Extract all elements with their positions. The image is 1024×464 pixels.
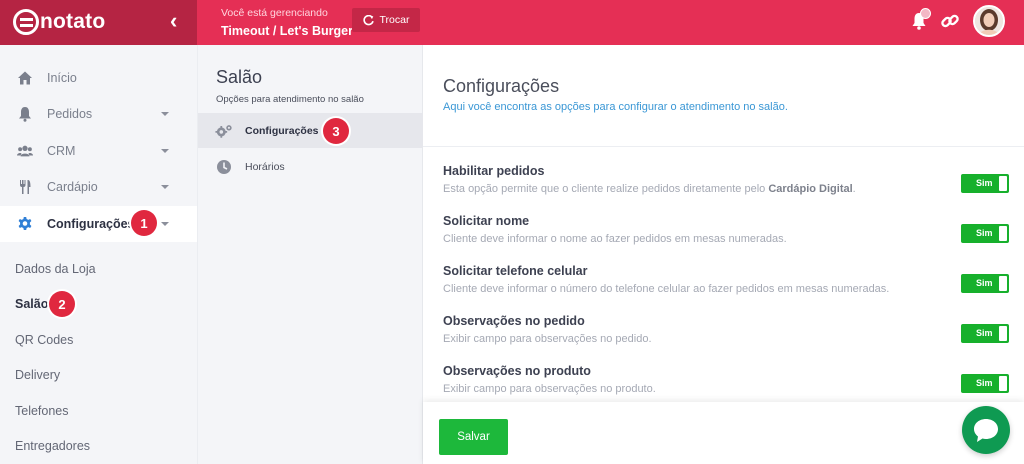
section-panel: Salão Opções para atendimento no salão C… bbox=[197, 45, 423, 464]
subnav-delivery[interactable]: Delivery bbox=[15, 368, 60, 382]
option-habilitar-pedidos: Habilitar pedidos Esta opção permite que… bbox=[443, 164, 1013, 214]
notification-badge bbox=[920, 8, 931, 19]
chevron-down-icon bbox=[161, 112, 169, 116]
save-button[interactable]: Salvar bbox=[439, 419, 508, 455]
option-solicitar-telefone: Solicitar telefone celular Cliente deve … bbox=[443, 264, 1013, 314]
link-icon[interactable] bbox=[940, 11, 960, 31]
section-item-horarios[interactable]: Horários bbox=[198, 149, 423, 184]
step-marker-3: 3 bbox=[323, 118, 349, 144]
section-item-label: Configurações bbox=[245, 124, 319, 137]
section-item-configuracoes[interactable]: Configurações bbox=[198, 113, 423, 148]
store-name: Timeout / Let's Burger bbox=[221, 24, 353, 38]
request-name-toggle[interactable]: Sim bbox=[961, 224, 1009, 243]
store-context: Você está gerenciando Timeout / Let's Bu… bbox=[221, 7, 353, 38]
brand-area: notato ‹ bbox=[0, 0, 197, 45]
page-title: Configurações bbox=[443, 76, 560, 96]
sidebar-item-label: Início bbox=[47, 71, 77, 85]
option-title: Solicitar telefone celular bbox=[443, 264, 588, 278]
chevron-down-icon bbox=[161, 222, 169, 226]
option-description: Esta opção permite que o cliente realize… bbox=[443, 183, 856, 195]
chevron-down-icon bbox=[161, 149, 169, 153]
order-notes-toggle[interactable]: Sim bbox=[961, 324, 1009, 343]
step-marker-1: 1 bbox=[131, 210, 157, 236]
sidebar-item-label: CRM bbox=[47, 144, 76, 158]
section-item-label: Horários bbox=[245, 160, 285, 173]
chat-button[interactable] bbox=[962, 406, 1010, 454]
clock-icon bbox=[217, 159, 231, 174]
users-icon bbox=[17, 145, 33, 157]
home-icon bbox=[18, 71, 32, 85]
section-title: Salão bbox=[216, 67, 263, 87]
subnav-qr-codes[interactable]: QR Codes bbox=[15, 333, 73, 347]
sidebar-item-label: Configurações bbox=[47, 217, 135, 231]
option-title: Habilitar pedidos bbox=[443, 164, 545, 178]
option-title: Observações no pedido bbox=[443, 314, 585, 328]
subnav-entregadores[interactable]: Entregadores bbox=[15, 439, 90, 453]
refresh-icon bbox=[362, 14, 374, 25]
gear-icon bbox=[18, 217, 32, 230]
enable-orders-toggle[interactable]: Sim bbox=[961, 174, 1009, 193]
main-content: Configurações Aqui você encontra as opçõ… bbox=[423, 45, 1024, 464]
sidebar-item-configuracoes[interactable]: Configurações bbox=[0, 206, 197, 242]
logo-text: notato bbox=[40, 10, 106, 33]
chat-bubble-icon bbox=[974, 419, 998, 442]
option-solicitar-nome: Solicitar nome Cliente deve informar o n… bbox=[443, 214, 1013, 264]
sidebar-item-inicio[interactable]: Início bbox=[0, 60, 197, 96]
option-description: Exibir campo para observações no produto… bbox=[443, 383, 656, 395]
step-marker-2: 2 bbox=[49, 291, 75, 317]
section-subtitle: Opções para atendimento no salão bbox=[216, 94, 364, 105]
subnav-salao[interactable]: Salão bbox=[15, 297, 48, 311]
sidebar: Início Pedidos CRM Cardápio Configuraçõe… bbox=[0, 45, 197, 464]
managing-label: Você está gerenciando bbox=[221, 7, 328, 19]
collapse-sidebar-button[interactable]: ‹ bbox=[170, 9, 177, 33]
avatar-image bbox=[975, 7, 1003, 35]
user-avatar[interactable] bbox=[973, 5, 1005, 37]
request-phone-toggle[interactable]: Sim bbox=[961, 274, 1009, 293]
action-bar: Salvar bbox=[423, 402, 1024, 464]
option-title: Observações no produto bbox=[443, 364, 591, 378]
subnav-telefones[interactable]: Telefones bbox=[15, 404, 69, 418]
chevron-down-icon bbox=[161, 185, 169, 189]
logo[interactable]: notato bbox=[13, 9, 105, 35]
logo-icon bbox=[13, 9, 39, 35]
option-description: Exibir campo para observações no pedido. bbox=[443, 333, 652, 345]
sidebar-item-label: Pedidos bbox=[47, 107, 93, 121]
page-description: Aqui você encontra as opções para config… bbox=[443, 101, 788, 113]
sidebar-item-label: Cardápio bbox=[47, 180, 98, 194]
sidebar-item-crm[interactable]: CRM bbox=[0, 133, 197, 169]
gears-icon bbox=[215, 124, 232, 138]
product-notes-toggle[interactable]: Sim bbox=[961, 374, 1009, 393]
swap-store-button[interactable]: Trocar bbox=[352, 8, 420, 32]
option-observacoes-pedido: Observações no pedido Exibir campo para … bbox=[443, 314, 1013, 364]
sidebar-item-cardapio[interactable]: Cardápio bbox=[0, 169, 197, 205]
content-header: Configurações Aqui você encontra as opçõ… bbox=[423, 45, 1024, 147]
subnav-dados-da-loja[interactable]: Dados da Loja bbox=[15, 262, 96, 276]
bell-icon bbox=[19, 107, 31, 122]
option-description: Cliente deve informar o número do telefo… bbox=[443, 283, 890, 295]
option-description: Cliente deve informar o nome ao fazer pe… bbox=[443, 233, 787, 245]
sidebar-item-pedidos[interactable]: Pedidos bbox=[0, 96, 197, 132]
option-title: Solicitar nome bbox=[443, 214, 530, 228]
swap-store-label: Trocar bbox=[379, 14, 410, 26]
cutlery-icon bbox=[20, 180, 31, 194]
top-bar: notato ‹ Você está gerenciando Timeout /… bbox=[0, 0, 1024, 45]
